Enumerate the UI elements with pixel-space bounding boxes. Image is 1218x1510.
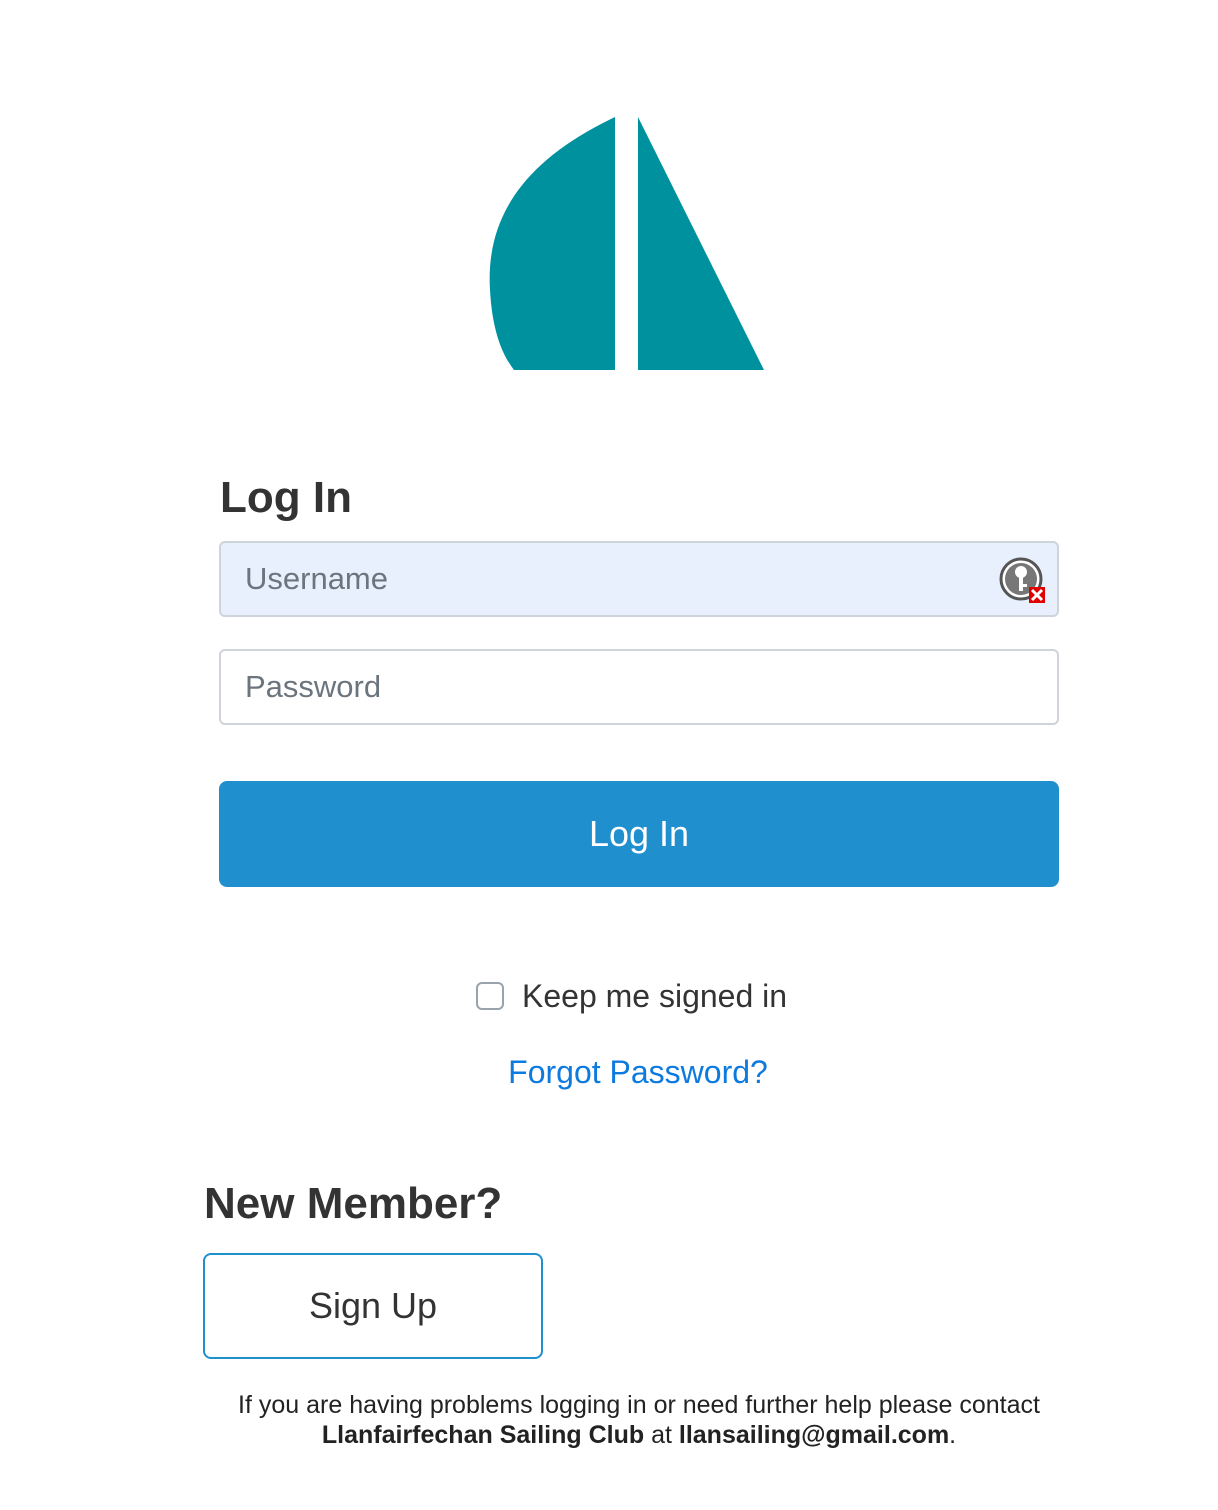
help-text-before: If you are having problems logging in or… — [238, 1391, 1040, 1419]
keep-signed-in-label[interactable]: Keep me signed in — [522, 978, 787, 1015]
help-text: If you are having problems logging in or… — [200, 1390, 1078, 1450]
help-text-after: . — [949, 1421, 957, 1449]
login-button[interactable]: Log In — [219, 781, 1059, 887]
username-field-wrapper — [219, 541, 1059, 617]
username-input[interactable] — [221, 543, 1057, 615]
new-member-heading: New Member? — [204, 1179, 503, 1228]
sailboat-logo-icon — [489, 117, 764, 370]
keep-signed-in: Keep me signed in — [476, 976, 787, 1016]
password-field-wrapper — [219, 649, 1059, 725]
forgot-password-link[interactable]: Forgot Password? — [0, 1054, 1218, 1091]
key-password-manager-icon[interactable] — [999, 557, 1047, 605]
keep-signed-in-checkbox[interactable] — [476, 982, 504, 1010]
help-text-middle: at — [644, 1421, 679, 1449]
club-name: Llanfairfechan Sailing Club — [321, 1421, 645, 1449]
contact-email: llansailing@gmail.com — [678, 1421, 950, 1449]
password-input[interactable] — [221, 651, 1057, 723]
sign-up-button[interactable]: Sign Up — [203, 1253, 543, 1359]
login-heading: Log In — [220, 473, 352, 522]
